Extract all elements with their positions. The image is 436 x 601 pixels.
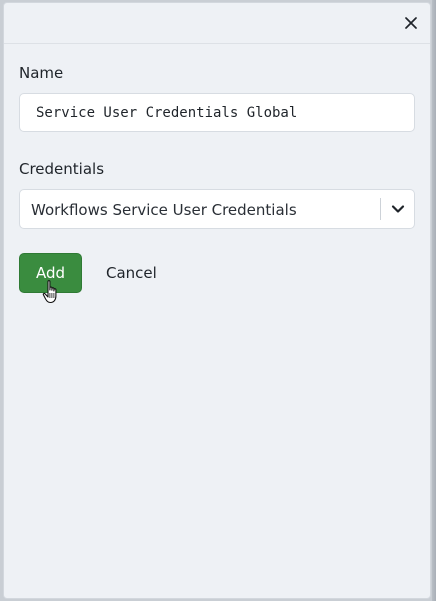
credentials-label: Credentials [19,160,105,178]
cancel-button[interactable]: Cancel [96,253,167,293]
page-edge-shadow [432,0,436,601]
credentials-selected-value: Workflows Service User Credentials [31,201,297,219]
close-icon [405,17,417,29]
select-divider [380,198,381,220]
credentials-select[interactable]: Workflows Service User Credentials [19,189,415,229]
add-button[interactable]: Add [19,253,82,293]
name-input[interactable] [19,93,415,132]
add-credentials-panel: Name Credentials Workflows Service User … [3,2,431,599]
chevron-down-icon[interactable] [390,201,406,217]
panel-header [4,3,430,44]
close-button[interactable] [402,14,420,32]
name-label: Name [19,64,64,82]
